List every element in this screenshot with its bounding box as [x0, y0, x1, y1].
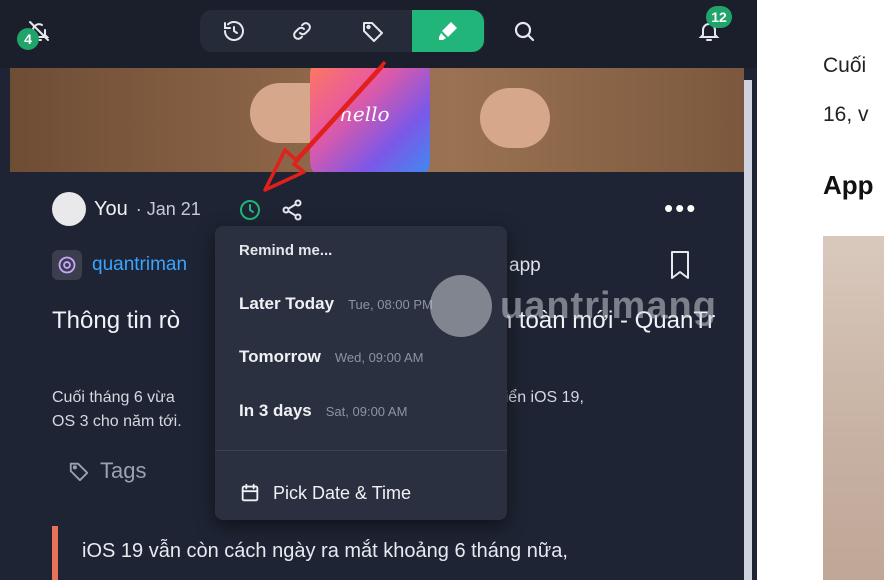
- article-cover-image: hello: [10, 68, 744, 172]
- pick-date-time-label: Pick Date & Time: [273, 482, 412, 503]
- author-name[interactable]: You: [94, 198, 128, 221]
- watermark: uantrimang: [430, 275, 717, 337]
- notification-count-badge: 12: [706, 6, 732, 28]
- link-button[interactable]: [273, 10, 331, 52]
- article-quote: iOS 19 vẫn còn cách ngày ra mắt khoảng 6…: [82, 540, 568, 562]
- watermark-text: uantrimang: [500, 284, 717, 327]
- highlighter-icon: [439, 22, 457, 40]
- option-time: Wed, 09:00 AM: [334, 350, 424, 365]
- post-date: · Jan 21: [135, 198, 201, 219]
- option-time: Tue, 08:00 PM: [348, 297, 433, 312]
- option-label: In 3 days: [239, 401, 312, 420]
- source-tail: app: [509, 255, 541, 276]
- option-label: Tomorrow: [239, 347, 321, 366]
- source-name[interactable]: quantriman: [92, 254, 187, 276]
- tag-icon: [69, 462, 89, 482]
- tags-button[interactable]: Tags: [68, 458, 146, 484]
- link-icon: [293, 22, 311, 40]
- scrollbar[interactable]: [744, 80, 752, 580]
- tag-icon: [363, 22, 383, 42]
- option-time: Sat, 09:00 AM: [325, 404, 408, 419]
- hand-shape-right: [480, 88, 550, 148]
- remind-later-today[interactable]: Later Today Tue, 08:00 PM: [239, 294, 433, 314]
- highlighter-button[interactable]: [412, 10, 484, 52]
- remind-tomorrow[interactable]: Tomorrow Wed, 09:00 AM: [239, 347, 424, 367]
- history-button[interactable]: [205, 10, 263, 52]
- page-image: [823, 236, 884, 580]
- tags-label: Tags: [100, 458, 147, 483]
- left-count-badge: 4: [17, 28, 39, 50]
- search-icon: [514, 21, 535, 42]
- search-button[interactable]: [495, 10, 553, 52]
- toolbar: 4 12: [0, 0, 757, 68]
- option-label: Later Today: [239, 294, 335, 313]
- app-panel: 4 12 hello You · Jan 21 ••• quantriman a…: [0, 0, 757, 580]
- calendar-icon: [241, 483, 259, 502]
- share-icon[interactable]: [280, 198, 304, 222]
- page-text-line: 16, v: [823, 103, 869, 126]
- source-logo-icon: [52, 250, 82, 280]
- history-icon: [224, 21, 244, 41]
- remind-in-3-days[interactable]: In 3 days Sat, 09:00 AM: [239, 401, 407, 421]
- page-text-line: Cuối: [823, 54, 867, 77]
- tag-button[interactable]: [344, 10, 402, 52]
- reminder-clock-icon[interactable]: [238, 198, 262, 222]
- post-source[interactable]: quantriman: [52, 250, 187, 280]
- more-options-icon[interactable]: •••: [664, 195, 697, 221]
- quote-bar: [52, 526, 58, 580]
- page-heading: App: [823, 170, 874, 200]
- menu-divider: [215, 450, 507, 451]
- watermark-bulb-icon: [430, 275, 492, 337]
- pick-date-time-button[interactable]: Pick Date & Time: [239, 482, 411, 504]
- avatar[interactable]: [52, 192, 86, 226]
- web-page-pane: Cuối 16, v App: [757, 0, 884, 580]
- remind-menu-header: Remind me...: [239, 242, 333, 259]
- post-meta: You · Jan 21: [52, 192, 201, 226]
- phone-screen-text: hello: [340, 102, 390, 126]
- remind-menu: Remind me... Later Today Tue, 08:00 PM T…: [215, 226, 507, 520]
